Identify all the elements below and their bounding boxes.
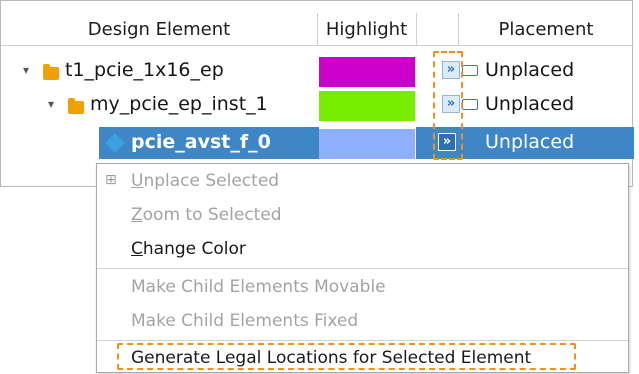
placement-status: Unplaced [485,93,575,115]
menu-item-label: Unplace Selected [131,170,280,191]
annotation-highlight-box [117,343,576,370]
design-element-tree: Design Element Highlight Placement ▾ t1_… [0,0,634,187]
folder-icon [68,98,84,114]
column-divider [458,13,459,46]
menu-item-label: Make Child Elements Fixed [131,310,359,331]
column-divider [317,13,318,46]
context-menu: ⊞ Unplace Selected Zoom to Selected Chan… [96,163,629,373]
expanded-arrow-icon[interactable]: ▾ [48,97,54,111]
design-element-name: my_pcie_ep_inst_1 [90,93,268,115]
menu-separator [97,268,628,269]
column-header-placement[interactable]: Placement [458,13,634,46]
placement-region-icon [462,65,478,76]
placement-status: Unplaced [485,131,575,153]
highlight-swatch[interactable] [319,129,415,159]
column-header-expand[interactable] [416,13,458,46]
mnemonic-char: U [131,170,144,191]
column-header-highlight[interactable]: Highlight [317,13,416,46]
menu-item-zoom-to-selected[interactable]: Zoom to Selected [97,198,628,231]
menu-item-label: Change Color [131,238,246,259]
highlight-swatch[interactable] [319,91,415,121]
placement-status: Unplaced [485,59,575,81]
column-divider [416,13,417,46]
mnemonic-char: Z [131,204,143,225]
tree-row[interactable]: ▾ my_pcie_ep_inst_1 » Unplaced [1,87,634,125]
placement-region-icon [462,99,478,110]
design-element-name: t1_pcie_1x16_ep [65,59,224,81]
expanded-arrow-icon[interactable]: ▾ [23,63,29,77]
menu-item-make-child-fixed[interactable]: Make Child Elements Fixed [97,304,628,337]
highlight-swatch[interactable] [319,57,415,87]
menu-item-change-color[interactable]: Change Color [97,232,628,265]
design-element-name: pcie_avst_f_0 [131,131,271,153]
menu-item-label: Zoom to Selected [131,204,282,225]
unplace-icon: ⊞ [105,172,117,188]
tree-row-selected[interactable]: pcie_avst_f_0 » Unplaced [1,125,634,163]
menu-item-make-child-movable[interactable]: Make Child Elements Movable [97,270,628,303]
column-header-design-element[interactable]: Design Element [1,13,317,46]
annotation-highlight-box [433,51,463,160]
tree-row[interactable]: ▾ t1_pcie_1x16_ep » Unplaced [1,53,634,91]
folder-icon [43,64,59,80]
mnemonic-char: C [131,238,143,259]
menu-item-unplace-selected[interactable]: ⊞ Unplace Selected [97,164,628,197]
menu-item-label: Make Child Elements Movable [131,276,386,297]
